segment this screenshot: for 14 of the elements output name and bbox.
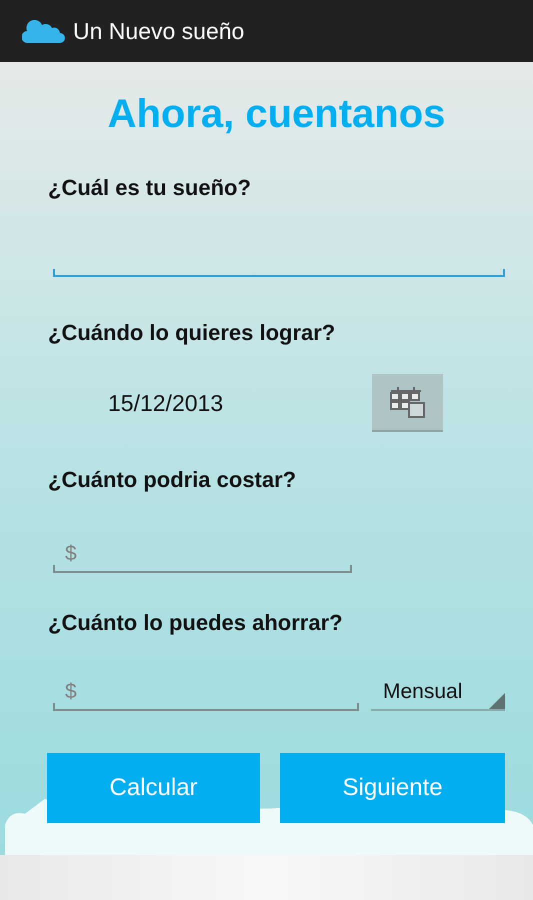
- calendar-button[interactable]: [372, 374, 443, 432]
- calendar-icon: [388, 385, 426, 419]
- action-button[interactable]: Siguiente: [280, 753, 505, 823]
- dropdown-triangle-icon: [489, 693, 505, 709]
- question-label: ¿Cuánto lo puedes ahorrar?: [48, 610, 344, 636]
- form-heading: Ahora, cuentanos: [108, 92, 446, 137]
- cloud-icon: [22, 20, 65, 42]
- question-label: ¿Cuál es tu sueño?: [48, 175, 252, 201]
- period-dropdown[interactable]: Mensual: [371, 675, 505, 711]
- question-label: ¿Cuánto podria costar?: [48, 467, 298, 493]
- app-title: Un Nuevo sueño: [73, 18, 244, 44]
- date-value: 15/12/2013: [108, 390, 224, 416]
- action-button[interactable]: Calcular: [47, 753, 260, 823]
- question-label: ¿Cuándo lo quieres lograr?: [48, 320, 336, 346]
